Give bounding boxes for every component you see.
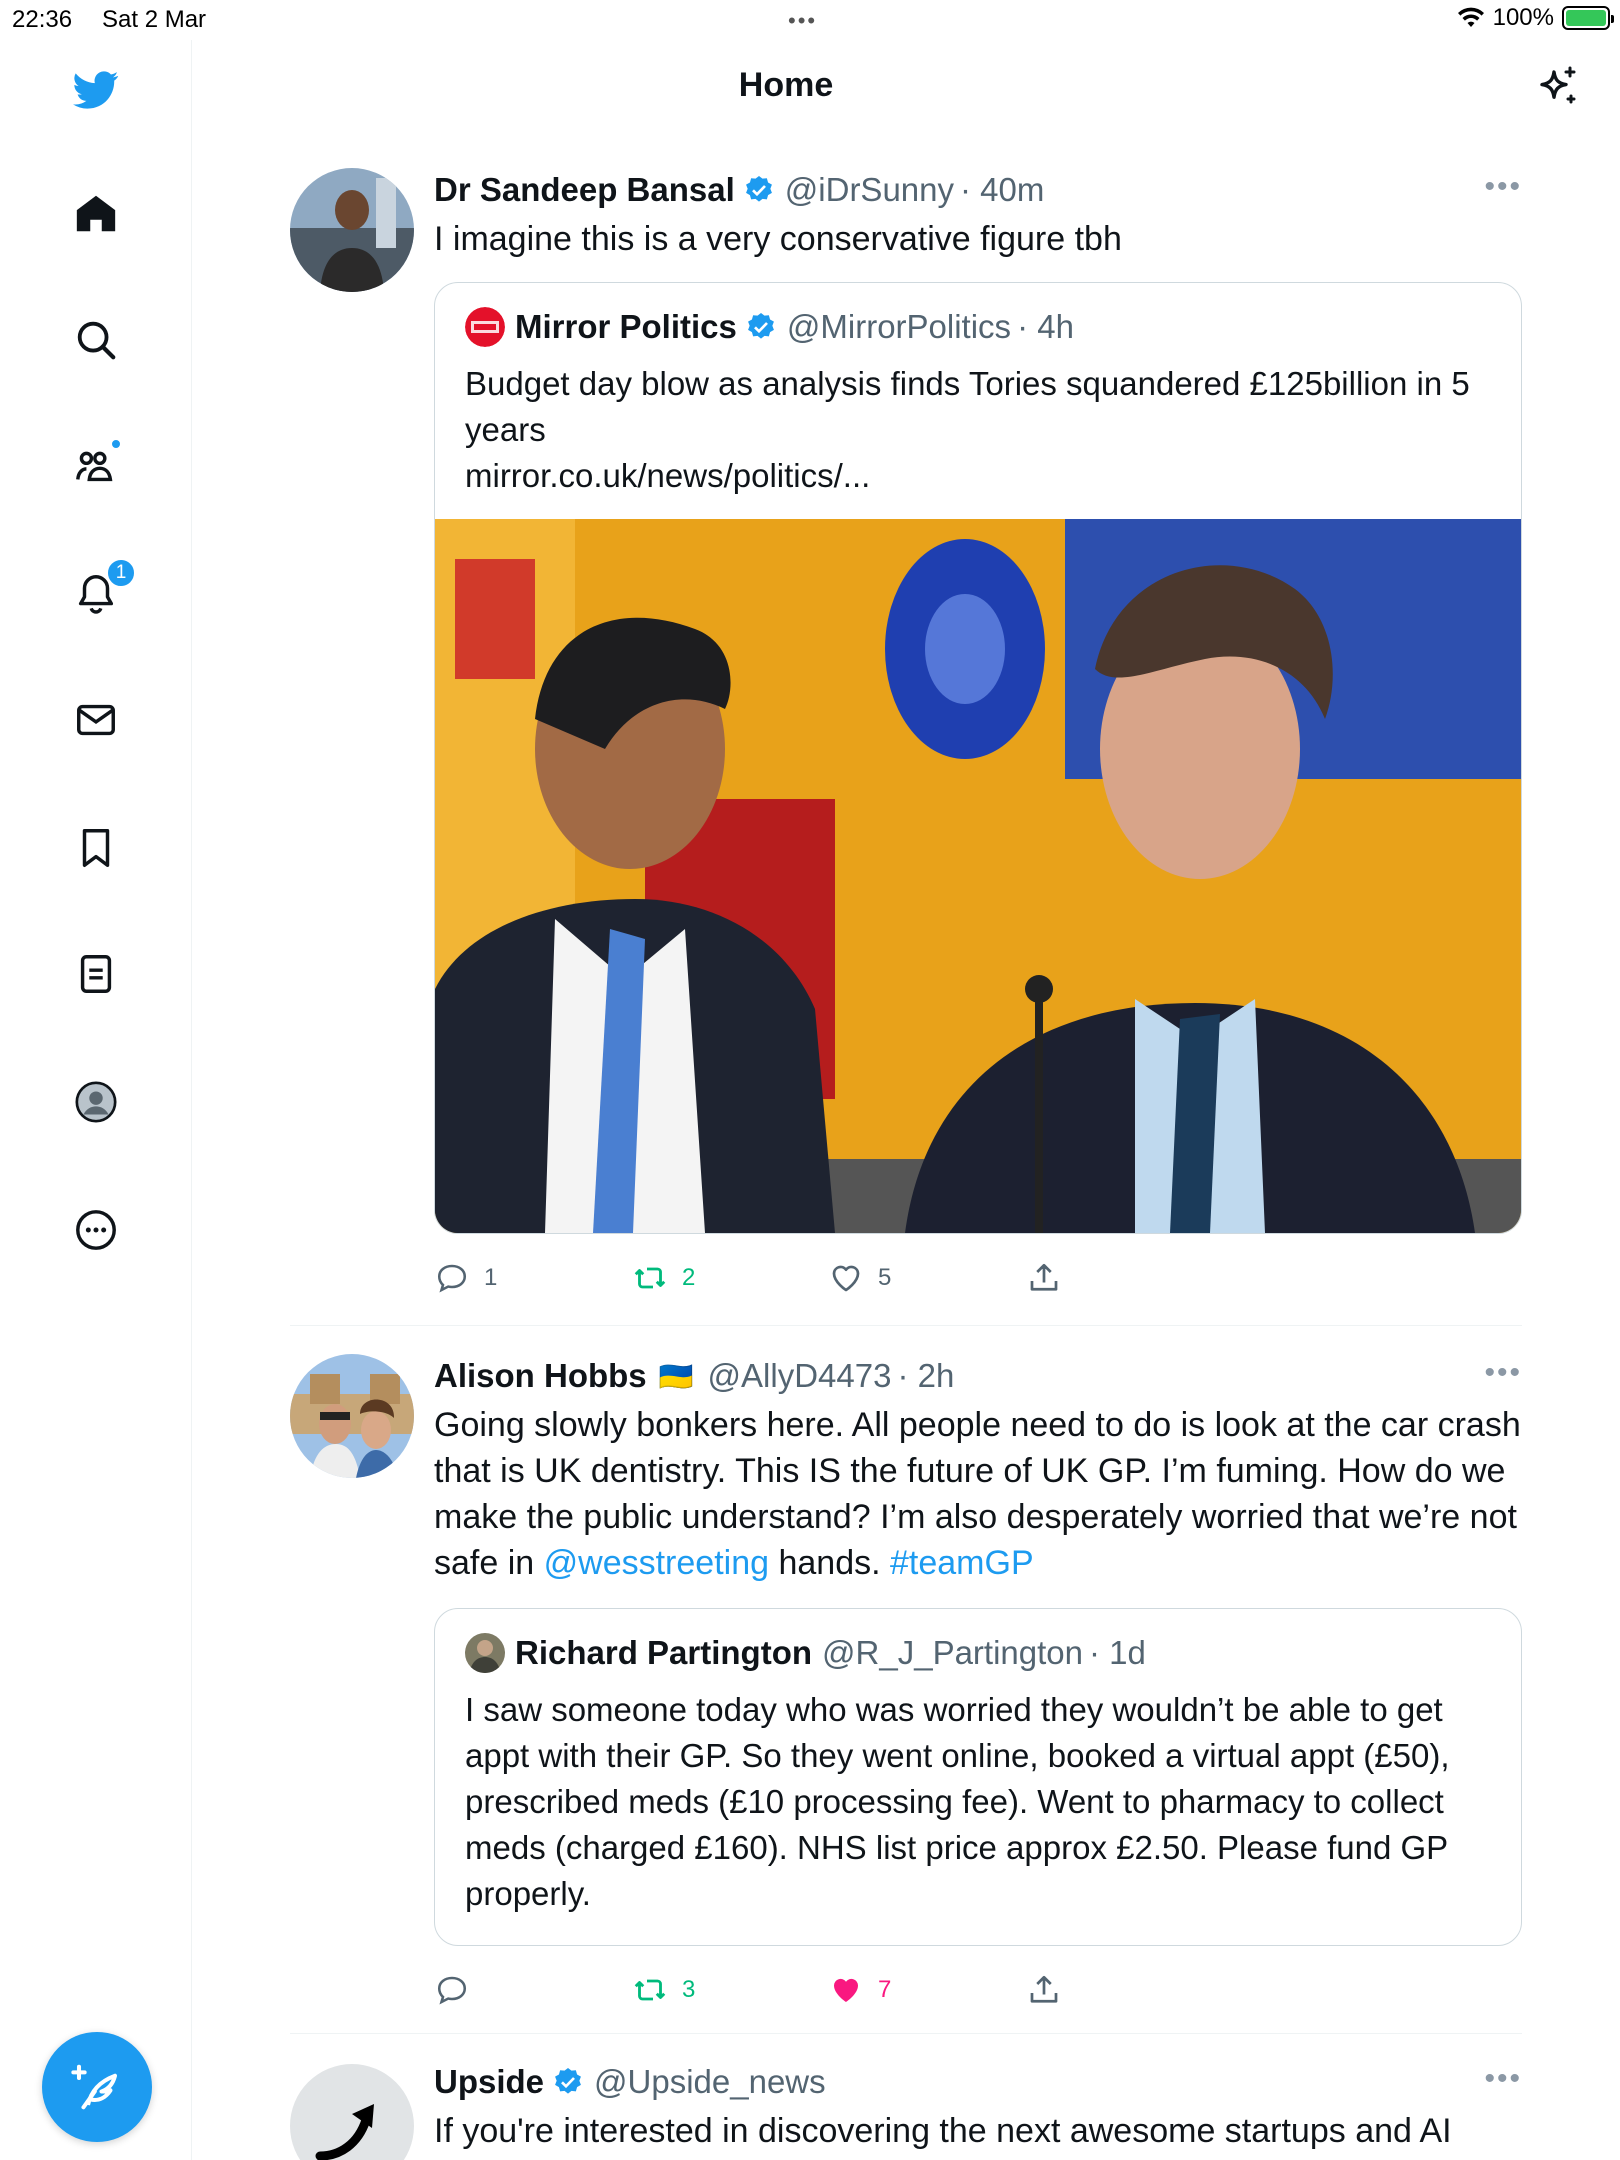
like-button[interactable]: 7	[828, 1972, 891, 2008]
share-button[interactable]	[1026, 1972, 1062, 2008]
tweet-time[interactable]: · 2h	[897, 1357, 954, 1395]
tweet-media-image[interactable]	[435, 519, 1521, 1233]
more-options-icon[interactable]: •••	[1484, 1356, 1522, 1390]
verified-badge-icon	[745, 176, 772, 202]
wifi-icon	[1457, 7, 1484, 27]
tweet-text: If you're interested in discovering the …	[434, 2112, 1452, 2150]
retweet-button[interactable]: 2	[632, 1260, 695, 1296]
sidebar-nav: 1	[0, 40, 192, 2160]
avatar[interactable]	[290, 168, 414, 292]
nav-profile-icon[interactable]	[66, 1072, 126, 1132]
share-icon	[1030, 1975, 1058, 2003]
reply-icon	[437, 1976, 467, 2005]
timeline-sparkle-icon[interactable]	[1534, 64, 1582, 112]
tweet-text: Going slowly bonkers here. All people ne…	[434, 1402, 1522, 1586]
retweet-button[interactable]: 3	[632, 1972, 695, 2008]
author-handle[interactable]: @iDrSunny	[785, 171, 954, 209]
twitter-logo-icon[interactable]	[66, 60, 126, 120]
multitasking-dots[interactable]: •••	[788, 8, 817, 34]
retweet-icon	[634, 1979, 666, 2001]
tweet-divider	[290, 1325, 1522, 1326]
mention-link[interactable]: @wesstreeting	[544, 1544, 769, 1582]
avatar[interactable]	[290, 2064, 414, 2160]
heart-icon	[832, 1265, 860, 1292]
ukraine-flag-emoji: 🇺🇦	[658, 1360, 694, 1392]
more-options-icon[interactable]: •••	[1484, 170, 1522, 204]
notifications-badge: 1	[106, 558, 136, 588]
nav-communities-icon[interactable]	[66, 436, 126, 496]
heart-filled-icon	[834, 1978, 858, 2002]
status-time: 22:36	[12, 6, 73, 33]
status-right: 100%	[1457, 4, 1614, 32]
retweet-count: 2	[682, 1264, 696, 1291]
verified-badge-icon	[555, 2068, 581, 2094]
author-handle[interactable]: @Upside_news	[594, 2063, 826, 2101]
author-handle[interactable]: @AllyD4473	[708, 1357, 892, 1395]
hashtag-link[interactable]: #teamGP	[890, 1544, 1034, 1582]
quoted-tweet[interactable]: Mirror Politics @MirrorPolitics · 4h Bud…	[434, 282, 1522, 1234]
like-button[interactable]: 5	[828, 1260, 891, 1296]
reply-icon	[437, 1264, 467, 1293]
nav-more-icon[interactable]	[66, 1200, 126, 1260]
nav-bookmarks-icon[interactable]	[66, 818, 126, 878]
tweet-time[interactable]: · 40m	[960, 171, 1044, 209]
verified-badge-icon	[747, 313, 774, 339]
retweet-count: 3	[682, 1976, 696, 2003]
page-title: Home	[738, 66, 834, 104]
reply-button[interactable]: 1	[434, 1260, 497, 1296]
battery-percent: 100%	[1492, 4, 1554, 31]
quoted-author-name: Richard Partington	[515, 1634, 813, 1671]
compose-tweet-button[interactable]	[42, 2032, 152, 2142]
like-count: 7	[878, 1976, 892, 2003]
quoted-author-handle: @R_J_Partington	[822, 1634, 1084, 1671]
avatar[interactable]	[290, 1354, 414, 1478]
quoted-tweet-time: · 4h	[1017, 308, 1074, 345]
share-button[interactable]	[1026, 1260, 1062, 1296]
status-date: Sat 2 Mar	[102, 6, 207, 33]
like-count: 5	[878, 1264, 892, 1291]
battery-icon	[1562, 6, 1614, 30]
mirror-logo	[465, 307, 505, 347]
share-icon	[1030, 1263, 1058, 1291]
nav-messages-icon[interactable]	[66, 690, 126, 750]
author-name[interactable]: Upside	[434, 2063, 544, 2101]
quoted-tweet-text: Budget day blow as analysis finds Tories…	[465, 365, 1470, 448]
author-name[interactable]: Dr Sandeep Bansal	[434, 171, 735, 209]
nav-notifications-icon[interactable]: 1	[66, 558, 136, 624]
quoted-tweet-text: I saw someone today who was worried they…	[465, 1691, 1450, 1912]
tweet[interactable]: Upside @Upside_news ••• If you're intere…	[290, 2060, 1522, 2160]
quoted-tweet-time: · 1d	[1089, 1634, 1146, 1671]
status-bar: 22:36 Sat 2 Mar ••• 100%	[0, 0, 1620, 40]
quoted-link-url[interactable]: mirror.co.uk/news/politics/...	[465, 453, 1491, 499]
more-options-icon[interactable]: •••	[1484, 2062, 1522, 2096]
tweet-actions: 1 2 5	[434, 1250, 1522, 1310]
quoted-avatar	[465, 1633, 505, 1673]
reply-count: 1	[484, 1264, 498, 1291]
tweet-actions: 3 7	[434, 1962, 1522, 2022]
quoted-tweet[interactable]: Richard Partington @R_J_Partington · 1d …	[434, 1608, 1522, 1946]
tweet-divider	[290, 2033, 1522, 2034]
tweet-text: I imagine this is a very conservative fi…	[434, 220, 1122, 258]
tweet-text-part: hands.	[769, 1544, 890, 1582]
nav-search-icon[interactable]	[66, 310, 126, 370]
quoted-author-name: Mirror Politics	[515, 308, 737, 345]
nav-home-icon[interactable]	[66, 184, 126, 244]
compose-feather-icon	[71, 2064, 118, 2110]
author-name[interactable]: Alison Hobbs	[434, 1357, 647, 1395]
retweet-icon	[634, 1267, 666, 1289]
reply-button[interactable]	[434, 1972, 484, 2008]
nav-lists-icon[interactable]	[66, 944, 126, 1004]
communities-badge-dot	[110, 438, 122, 450]
quoted-author-handle: @MirrorPolitics	[786, 308, 1012, 345]
